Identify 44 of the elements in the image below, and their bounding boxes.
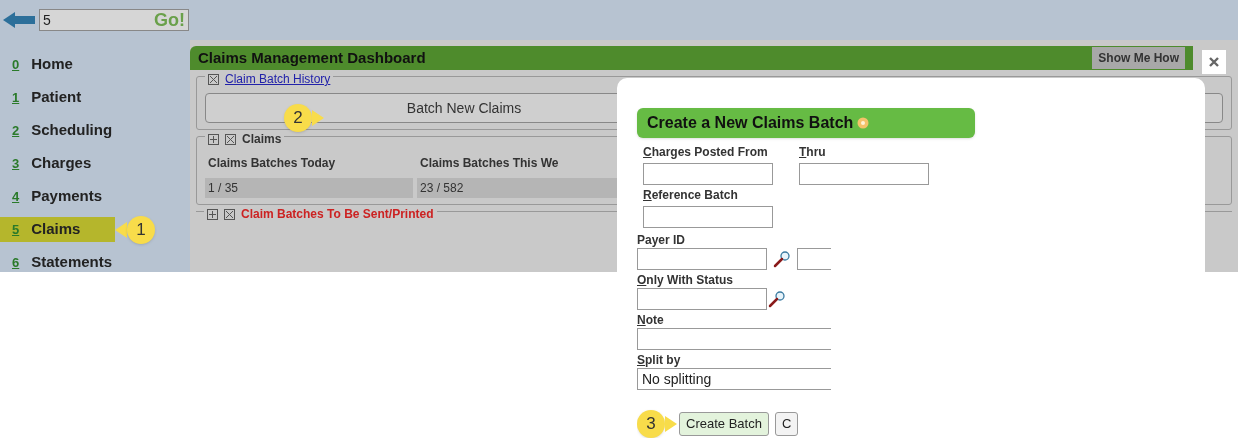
field-label: Reference Batch [643,187,739,203]
input-field[interactable] [637,328,831,350]
dialog-button[interactable]: Create Batch [679,412,769,436]
field-label: Only With Status [637,272,734,288]
input-field[interactable] [637,248,767,270]
input-field[interactable]: No splitting [637,368,831,390]
section-title: Claims [242,131,282,148]
column-header: Claims Batches This We [419,155,560,172]
column-header: Claims Batches Today [207,155,337,172]
dialog-title-bar: Create a New Claims Batch [637,108,975,138]
collapse-checkbox-icon[interactable] [224,208,235,220]
field-label: Note [637,312,665,328]
input-field[interactable] [637,288,767,310]
field-label: Charges Posted From [643,144,769,160]
stat-value: 1 / 35 [205,178,413,198]
dialog-button[interactable]: C [774,412,799,436]
section-title: Claim Batches To Be Sent/Printed [241,206,434,223]
collapse-checkbox-icon[interactable] [208,73,219,85]
sidebar-item[interactable]: 3 Charges [0,151,115,176]
sidebar-item[interactable]: 6 Statements [0,250,115,275]
back-arrow-icon[interactable] [3,12,35,28]
sidebar-item[interactable]: 0 Home [0,52,115,77]
sidebar-item[interactable]: 1 Patient [0,85,115,110]
dashboard-header: Claims Management Dashboard Show Me How [190,46,1193,70]
sidebar-item[interactable]: 4 Payments [0,184,115,209]
expand-icon[interactable] [207,208,218,220]
field-label: Thru [799,144,827,160]
input-field[interactable] [643,206,773,228]
sidebar-item[interactable]: 2 Scheduling [0,118,115,143]
magnifier-icon[interactable] [768,290,786,308]
close-icon [1209,57,1219,67]
sidebar-item[interactable]: 5 Claims [0,217,115,242]
input-field[interactable] [643,163,773,185]
field-label: Split by [637,352,682,368]
close-button[interactable] [1202,50,1226,74]
show-me-how-button[interactable]: Show Me How [1092,47,1185,69]
field-label: Payer ID [637,232,687,248]
expand-icon[interactable] [208,133,219,145]
magnifier-icon[interactable] [773,250,791,268]
step-callout: 1 [115,215,157,244]
search-field[interactable]: 5 Go! [39,9,189,31]
input-field[interactable] [799,163,929,185]
help-icon[interactable] [857,117,870,129]
collapse-checkbox-icon[interactable] [225,133,236,145]
